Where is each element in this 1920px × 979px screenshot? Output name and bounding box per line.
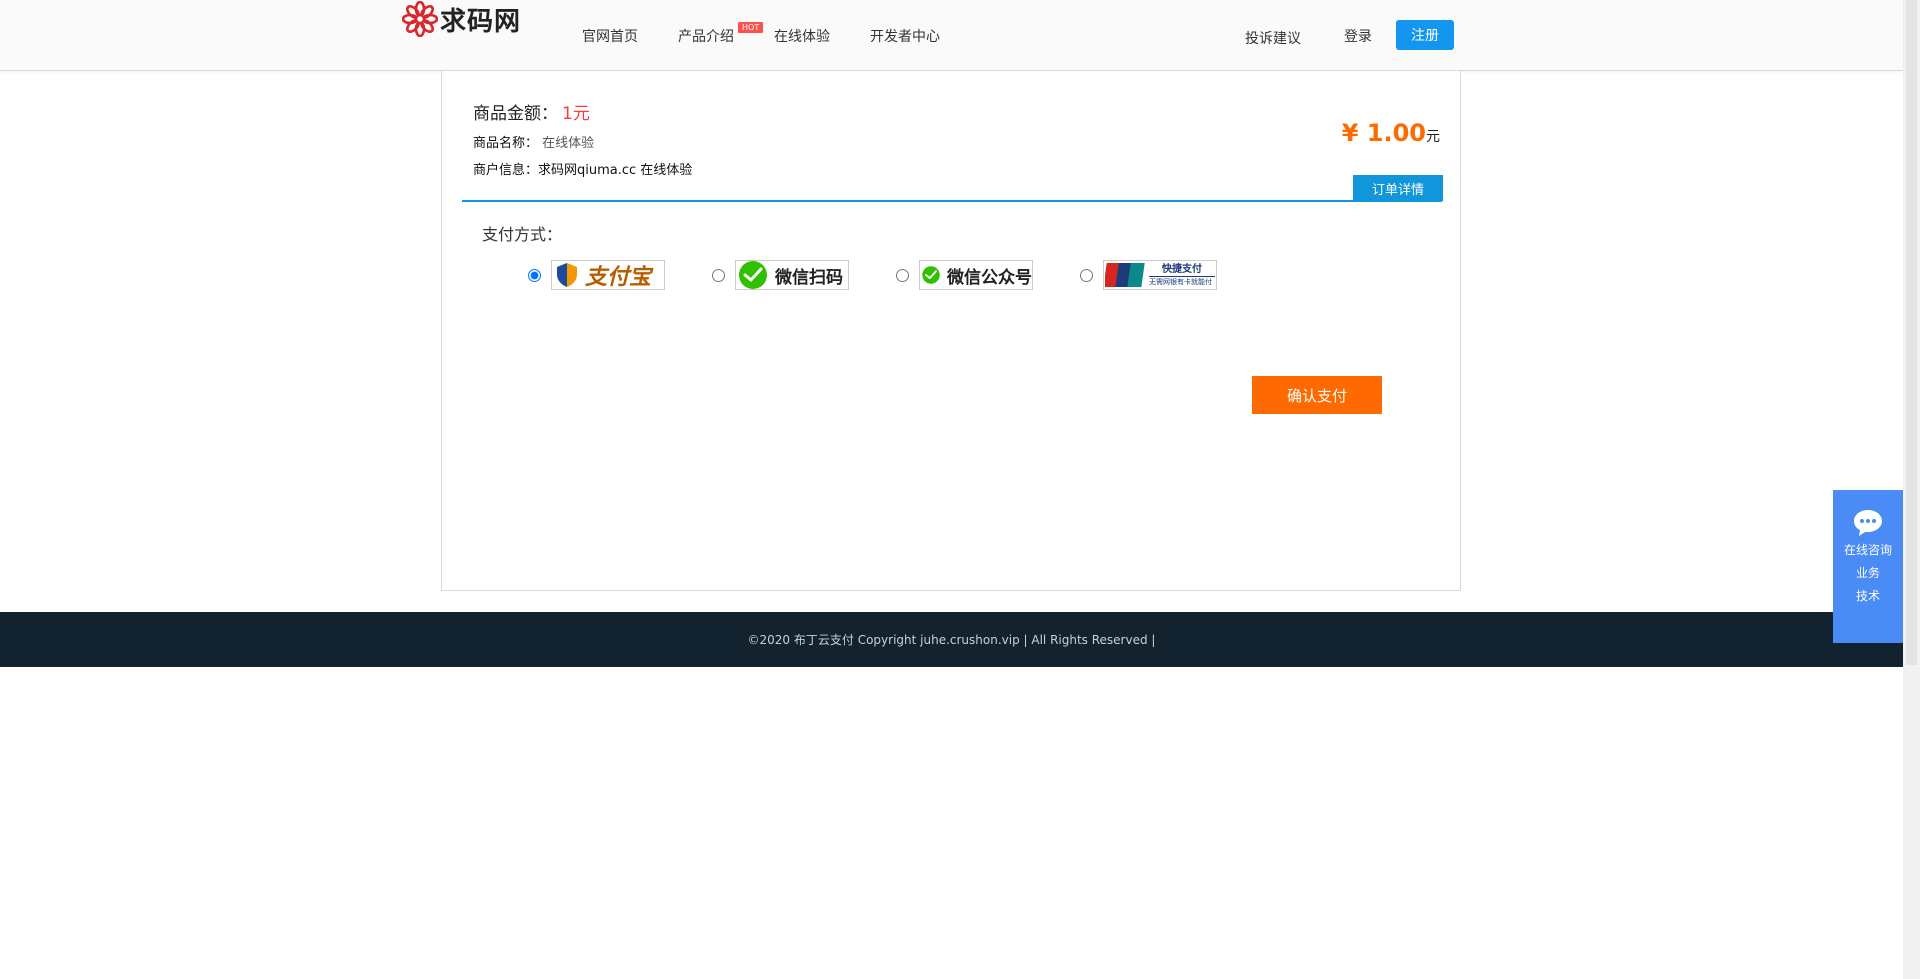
unionpay-logo[interactable]: 快捷支付 无需网银有卡就能付 [1103, 260, 1217, 290]
price-value: ¥ 1.00 [1341, 119, 1426, 147]
wechat-icon [922, 266, 940, 284]
logo-text: 求码网 [440, 6, 522, 37]
site-header: 求码网 官网首页 产品介绍 HOT 在线体验 开发者中心 投诉建议 登录 注册 [0, 0, 1903, 71]
login-link[interactable]: 登录 [1344, 26, 1372, 46]
order-divider [462, 200, 1442, 202]
wechat-scan-radio[interactable] [712, 268, 725, 282]
alipay-icon [557, 263, 577, 287]
page-scrollbar[interactable] [1903, 0, 1920, 979]
unionpay-icon [1105, 263, 1145, 287]
payment-method-label: 支付方式： [482, 225, 563, 244]
order-price: ¥ 1.00元 [1342, 119, 1440, 147]
hot-badge: HOT [738, 22, 764, 33]
service-business[interactable]: 业务 [1833, 566, 1903, 581]
pay-option-unionpay[interactable]: 快捷支付 无需网银有卡就能付 [1080, 260, 1217, 290]
merchant-label: 商户信息： [473, 163, 539, 178]
alipay-radio[interactable] [528, 268, 541, 282]
unionpay-radio[interactable] [1080, 268, 1093, 282]
site-logo[interactable]: 求码网 [402, 0, 521, 38]
amount-label: 商品金额： [473, 104, 558, 124]
order-detail-button[interactable]: 订单详情 [1353, 175, 1443, 201]
wechat-official-radio[interactable] [896, 268, 909, 282]
product-name-row: 商品名称： 在线体验 [473, 132, 692, 151]
nav-developer-center[interactable]: 开发者中心 [870, 26, 940, 46]
alipay-logo[interactable]: 支付宝 [551, 260, 665, 290]
merchant-value: 求码网qiuma.cc 在线体验 [538, 163, 693, 178]
alipay-text: 支付宝 [585, 264, 652, 290]
unionpay-text-group: 快捷支付 无需网银有卡就能付 [1149, 264, 1215, 286]
price-unit: 元 [1426, 129, 1440, 145]
quick-pay-text: 快捷支付 [1149, 264, 1215, 277]
service-widget[interactable]: 在线咨询 业务 技术 [1833, 490, 1903, 643]
amount-row: 商品金额： 1元 [473, 99, 692, 124]
pay-option-alipay[interactable]: 支付宝 [528, 260, 665, 290]
pay-option-wechat-official[interactable]: 微信公众号 [896, 260, 1033, 290]
merchant-row: 商户信息：求码网qiuma.cc 在线体验 [473, 159, 692, 178]
complaint-link[interactable]: 投诉建议 [1245, 28, 1301, 48]
wechat-scan-text: 微信扫码 [775, 267, 843, 288]
flower-logo-icon [402, 1, 438, 37]
wechat-official-logo[interactable]: 微信公众号 [919, 260, 1033, 290]
payment-card: 商品金额： 1元 商品名称： 在线体验 商户信息：求码网qiuma.cc 在线体验… [441, 71, 1461, 591]
order-info: 商品金额： 1元 商品名称： 在线体验 商户信息：求码网qiuma.cc 在线体验 [473, 99, 692, 178]
site-footer: ©2020 布丁云支付 Copyright juhe.crushon.vip |… [0, 612, 1903, 667]
service-technical[interactable]: 技术 [1833, 589, 1903, 604]
nav-home[interactable]: 官网首页 [582, 26, 638, 46]
nav-online-demo[interactable]: 在线体验 [774, 26, 830, 46]
pay-option-wechat-scan[interactable]: 微信扫码 [712, 260, 849, 290]
product-name-value: 在线体验 [542, 136, 595, 151]
amount-value: 1元 [562, 104, 590, 124]
wechat-scan-logo[interactable]: 微信扫码 [735, 260, 849, 290]
chat-bubble-icon [1854, 510, 1882, 536]
register-button[interactable]: 注册 [1396, 20, 1454, 50]
service-online-consult[interactable]: 在线咨询 [1833, 543, 1903, 558]
footer-copyright: ©2020 布丁云支付 Copyright juhe.crushon.vip |… [747, 633, 1156, 647]
quick-pay-subtext: 无需网银有卡就能付 [1149, 277, 1212, 286]
nav-products[interactable]: 产品介绍 [678, 26, 734, 46]
wechat-official-text: 微信公众号 [947, 267, 1032, 288]
scrollbar-thumb[interactable] [1906, 0, 1917, 665]
product-name-label: 商品名称： [473, 136, 539, 151]
confirm-pay-button[interactable]: 确认支付 [1252, 376, 1382, 414]
wechat-icon [739, 261, 767, 289]
